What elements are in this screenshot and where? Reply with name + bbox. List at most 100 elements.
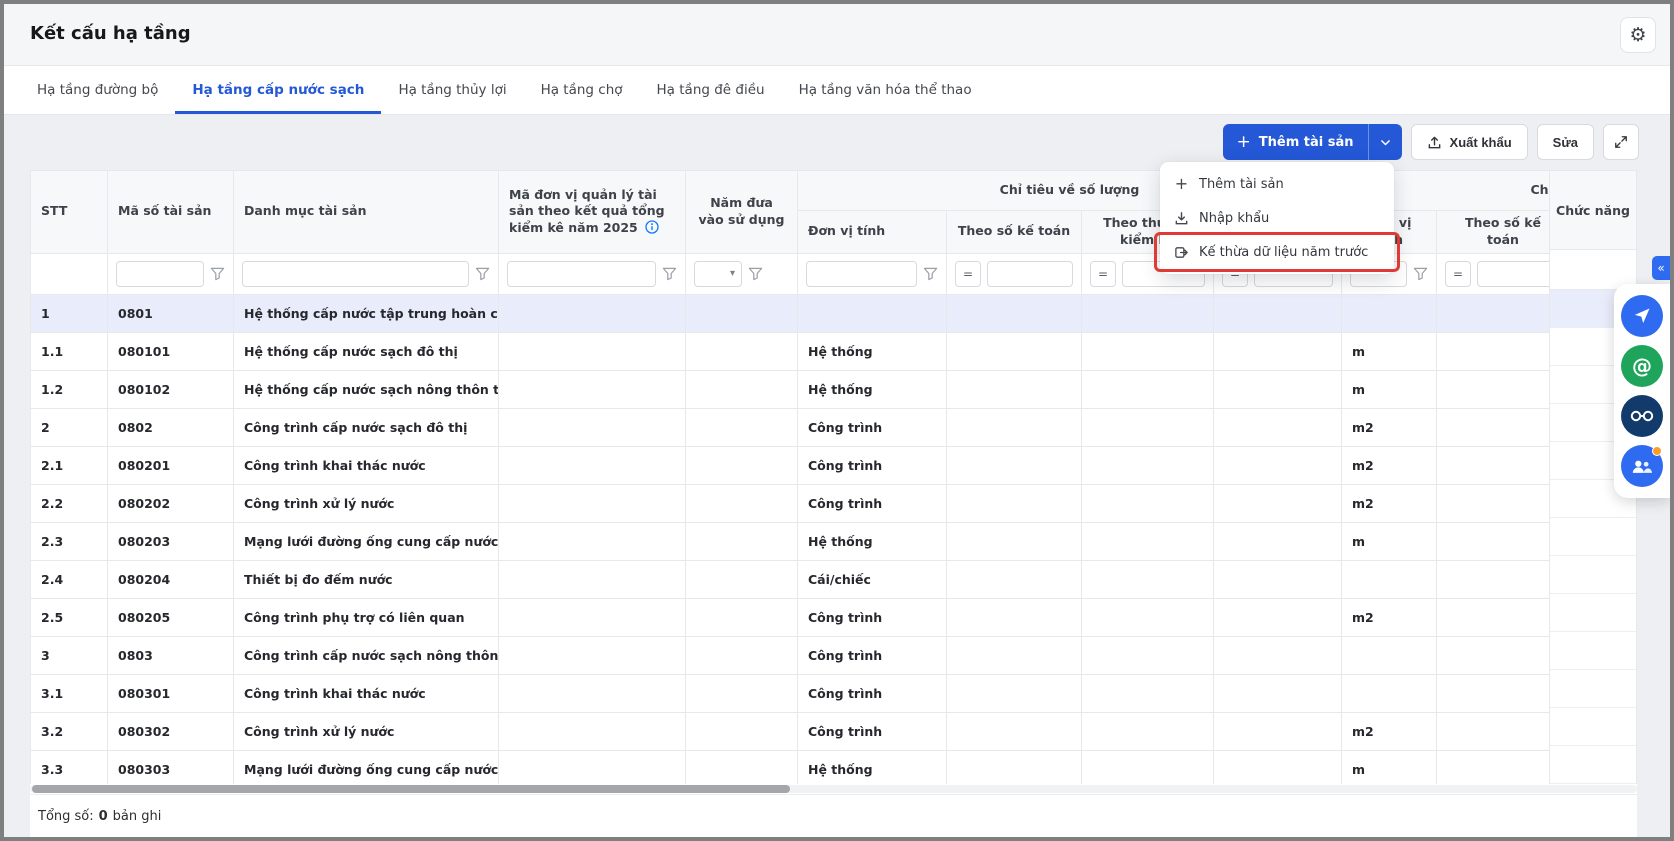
- cell-qty-actual: [1082, 408, 1214, 446]
- table-row[interactable]: 2.1080201Công trình khai thác nướcCông t…: [31, 446, 1550, 484]
- info-icon[interactable]: [645, 220, 659, 234]
- cell-code: 0802: [108, 408, 234, 446]
- table-row[interactable]: 2.4080204Thiết bị đo đếm nướcCái/chiếc: [31, 560, 1550, 598]
- plus-icon: +: [1237, 134, 1251, 151]
- col-header-value-accounting: Theo số kế toán: [1437, 211, 1550, 254]
- tab-ha-tang-cap-nuoc-sach[interactable]: Hạ tầng cấp nước sạch: [175, 66, 381, 114]
- tab-ha-tang-duong-bo[interactable]: Hạ tầng đường bộ: [20, 66, 175, 114]
- cell-qty-accounting: [947, 560, 1082, 598]
- table-row[interactable]: 3.2080302Công trình xử lý nướcCông trình…: [31, 712, 1550, 750]
- cell-value-unit: m2: [1342, 598, 1437, 636]
- cell-year: [686, 598, 798, 636]
- gear-icon: ⚙: [1629, 24, 1646, 46]
- table-row[interactable]: 2.2080202Công trình xử lý nướcCông trình…: [31, 484, 1550, 522]
- cell-qty-unit: Hệ thống: [798, 370, 947, 408]
- filter-operator[interactable]: =: [1445, 261, 1471, 287]
- menu-item-label: Nhập khẩu: [1199, 211, 1269, 226]
- cell-name: Công trình cấp nước sạch đô thị: [234, 408, 499, 446]
- table-row[interactable]: 2.5080205Công trình phụ trợ có liên quan…: [31, 598, 1550, 636]
- cell-unit-code: [499, 332, 686, 370]
- table-row[interactable]: 3.1080301Công trình khai thác nướcCông t…: [31, 674, 1550, 712]
- settings-button[interactable]: ⚙: [1620, 17, 1656, 53]
- total-unit: bản ghi: [113, 809, 162, 824]
- filter-cell-quantity-unit: [798, 253, 947, 294]
- filter-funnel-icon[interactable]: [210, 266, 225, 281]
- menu-item-add-asset[interactable]: + Thêm tài sản: [1160, 167, 1394, 201]
- widget-community-button[interactable]: [1621, 445, 1663, 487]
- widget-support-button[interactable]: @: [1621, 345, 1663, 387]
- filter-funnel-icon[interactable]: [1413, 266, 1428, 281]
- cell-stt: 1.1: [31, 332, 108, 370]
- filter-input-asset-code[interactable]: [116, 261, 204, 287]
- table-row[interactable]: 20802Công trình cấp nước sạch đô thịCông…: [31, 408, 1550, 446]
- filter-year-select[interactable]: ▾: [694, 261, 742, 287]
- cell-name: Công trình khai thác nước: [234, 446, 499, 484]
- add-asset-dropdown-toggle[interactable]: [1368, 124, 1402, 160]
- filter-funnel-icon[interactable]: [748, 266, 763, 281]
- menu-item-import[interactable]: Nhập khẩu: [1160, 201, 1394, 235]
- filter-funnel-icon[interactable]: [475, 266, 490, 281]
- table-row[interactable]: 1.1080101Hệ thống cấp nước sạch đô thịHệ…: [31, 332, 1550, 370]
- edit-button[interactable]: Sửa: [1537, 124, 1594, 160]
- cell-year: [686, 446, 798, 484]
- cell-value-accounting: [1437, 674, 1550, 712]
- widget-send-button[interactable]: [1621, 295, 1663, 337]
- collapse-panel-tab[interactable]: «: [1652, 256, 1670, 280]
- filter-operator[interactable]: =: [1090, 261, 1116, 287]
- widget-bot-button[interactable]: [1621, 395, 1663, 437]
- actions-cell: [1550, 708, 1636, 746]
- table-row[interactable]: 1.2080102Hệ thống cấp nước sạch nông thô…: [31, 370, 1550, 408]
- tab-ha-tang-de-dieu[interactable]: Hạ tầng đê điều: [640, 66, 782, 114]
- filter-operator[interactable]: =: [955, 261, 981, 287]
- table-row[interactable]: 10801Hệ thống cấp nước tập trung hoàn ch…: [31, 294, 1550, 332]
- cell-qty-extra: [1214, 332, 1342, 370]
- export-label: Xuất khẩu: [1450, 135, 1512, 150]
- add-asset-button[interactable]: + Thêm tài sản: [1223, 124, 1368, 160]
- tab-ha-tang-thuy-loi[interactable]: Hạ tầng thủy lợi: [381, 66, 523, 114]
- cell-qty-unit: Công trình: [798, 446, 947, 484]
- cell-value-unit: m2: [1342, 484, 1437, 522]
- cell-code: 080201: [108, 446, 234, 484]
- table-row[interactable]: 2.3080203Mạng lưới đường ống cung cấp nư…: [31, 522, 1550, 560]
- cell-stt: 2.2: [31, 484, 108, 522]
- cell-code: 0803: [108, 636, 234, 674]
- filter-input-asset-category[interactable]: [242, 261, 469, 287]
- cell-year: [686, 332, 798, 370]
- add-asset-menu: + Thêm tài sản Nhập khẩu Kế thừa dữ liệu…: [1160, 162, 1394, 274]
- cell-value-accounting: [1437, 408, 1550, 446]
- cell-stt: 3.2: [31, 712, 108, 750]
- cell-qty-accounting: [947, 636, 1082, 674]
- filter-input-value-accounting[interactable]: [1477, 261, 1549, 287]
- scrollbar-thumb[interactable]: [32, 785, 790, 793]
- expand-button[interactable]: [1603, 124, 1639, 160]
- menu-item-inherit-previous-year-data[interactable]: Kế thừa dữ liệu năm trước: [1160, 235, 1394, 269]
- filter-funnel-icon[interactable]: [923, 266, 938, 281]
- cell-qty-actual: [1082, 636, 1214, 674]
- table-row[interactable]: 30803Công trình cấp nước sạch nông thôn …: [31, 636, 1550, 674]
- filter-funnel-icon[interactable]: [662, 266, 677, 281]
- cell-unit-code: [499, 294, 686, 332]
- col-header-managing-unit-code: Mã đơn vị quản lý tài sản theo kết quả t…: [499, 171, 686, 254]
- cell-stt: 1: [31, 294, 108, 332]
- filter-cell-asset-category: [234, 253, 499, 294]
- tab-ha-tang-cho[interactable]: Hạ tầng chợ: [524, 66, 640, 114]
- cell-qty-accounting: [947, 446, 1082, 484]
- export-button[interactable]: Xuất khẩu: [1411, 124, 1528, 160]
- filter-cell-managing-unit-code: [499, 253, 686, 294]
- tab-ha-tang-van-hoa-the-thao[interactable]: Hạ tầng văn hóa thể thao: [782, 66, 989, 114]
- cell-year: [686, 560, 798, 598]
- asset-table: STT Mã số tài sản Danh mục tài sản Mã đơ…: [30, 170, 1637, 784]
- filter-input-managing-unit-code[interactable]: [507, 261, 656, 287]
- cell-year: [686, 370, 798, 408]
- filter-input-quantity-accounting[interactable]: [987, 261, 1073, 287]
- cell-qty-accounting: [947, 332, 1082, 370]
- table-toolbar: + Thêm tài sản Xuất khẩu Sửa: [1223, 124, 1639, 160]
- total-records: Tổng số: 0 bản ghi: [30, 794, 1637, 837]
- table-row[interactable]: 3.3080303Mạng lưới đường ống cung cấp nư…: [31, 750, 1550, 784]
- cell-name: Mạng lưới đường ống cung cấp nước ...: [234, 522, 499, 560]
- cell-qty-extra: [1214, 408, 1342, 446]
- cell-stt: 3.1: [31, 674, 108, 712]
- filter-input-quantity-unit[interactable]: [806, 261, 917, 287]
- cell-value-accounting: [1437, 446, 1550, 484]
- cell-qty-extra: [1214, 446, 1342, 484]
